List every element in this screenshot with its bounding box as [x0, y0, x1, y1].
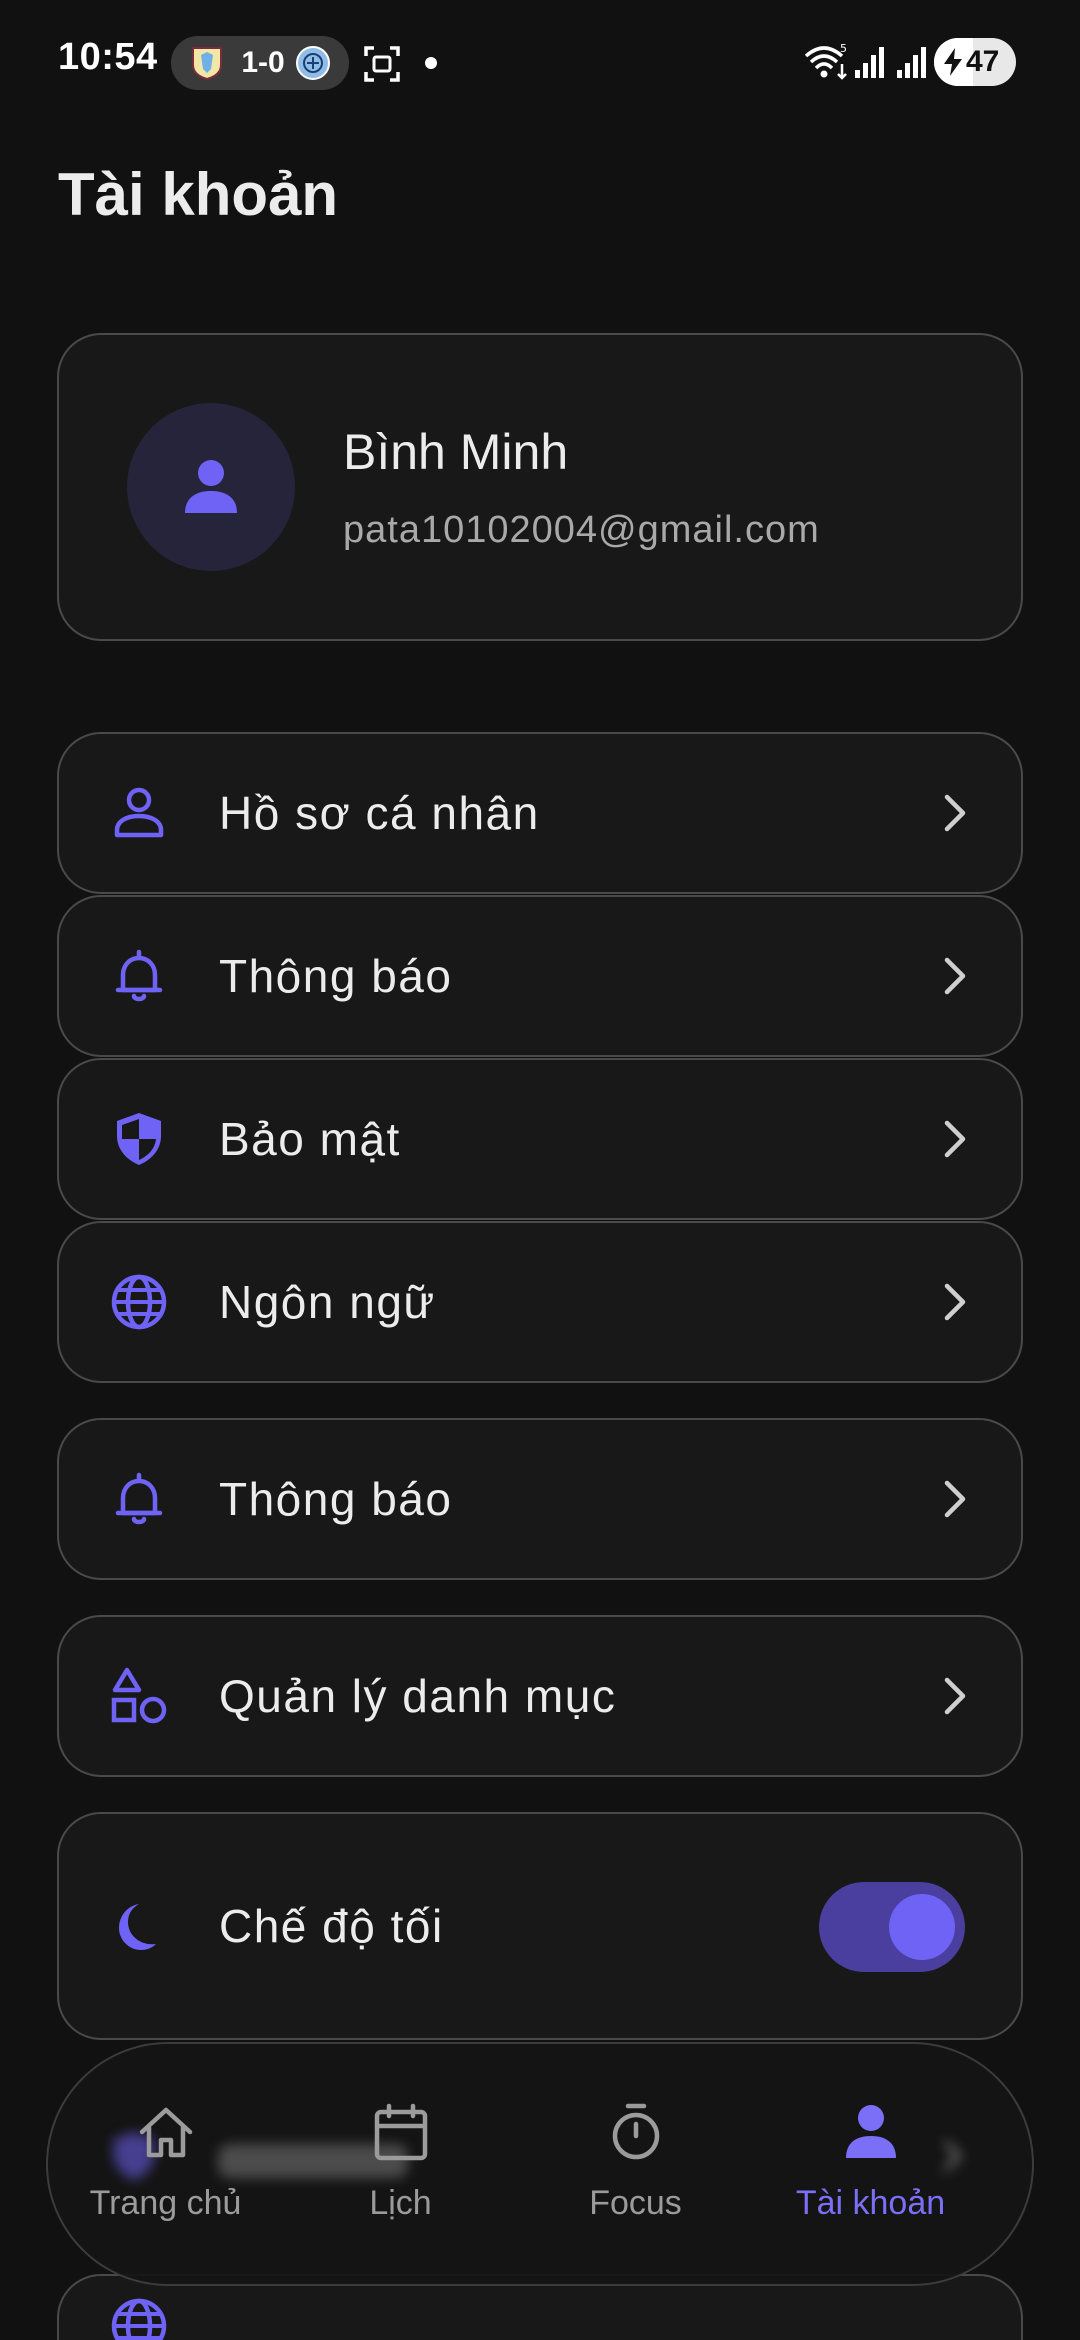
- charging-icon: [944, 48, 962, 76]
- chevron-right-icon: [944, 1480, 966, 1518]
- avatar: [127, 403, 295, 571]
- bell-icon: [115, 1472, 163, 1525]
- menu-item-label: Bảo mật: [219, 1113, 401, 1165]
- profile-name: Bình Minh: [343, 424, 569, 480]
- globe-icon: [111, 1274, 167, 1330]
- home-icon: [139, 2107, 193, 2158]
- shapes-icon: [111, 1667, 167, 1724]
- bell-icon: [115, 949, 163, 1002]
- calendar-icon: [374, 2103, 428, 2161]
- chevron-right-icon: [944, 1677, 966, 1715]
- chevron-right-icon: [944, 957, 966, 995]
- page-title: Tài khoản: [58, 161, 339, 228]
- menu-item-label: Hồ sơ cá nhân: [219, 787, 540, 839]
- menu-item-label: Thông báo: [219, 950, 453, 1002]
- menu-item-security[interactable]: Bảo mật: [57, 1058, 1023, 1220]
- nav-calendar[interactable]: Lịch: [283, 2044, 518, 2284]
- chevron-right-icon: [944, 794, 966, 832]
- timer-icon: [612, 2103, 660, 2160]
- nav-label: Tài khoản: [795, 2184, 946, 2222]
- wifi-icon: 5: [804, 42, 847, 80]
- shield-icon: [117, 1113, 161, 1165]
- user-avatar-icon: [185, 460, 237, 513]
- menu-item-label: Ngôn ngữ: [219, 1276, 436, 1328]
- notification-dot: [425, 57, 437, 69]
- menu-item-dark-mode: Chế độ tối: [57, 1812, 1023, 2040]
- profile-card[interactable]: Bình Minh pata10102004@gmail.com: [57, 333, 1023, 641]
- nav-label: Focus: [589, 2184, 682, 2222]
- menu-item-notifications-2[interactable]: Thông báo: [57, 1418, 1023, 1580]
- nav-focus[interactable]: Focus: [518, 2044, 753, 2284]
- nav-account[interactable]: Tài khoản: [753, 2044, 988, 2284]
- menu-item-label: Quản lý danh mục: [219, 1670, 617, 1722]
- status-bar: 10:54 1-0 5 47: [0, 0, 1080, 126]
- signal-icon-2: [897, 47, 926, 78]
- account-screen: 10:54 1-0 5 47 Tài khoản Bình Minh pata1…: [0, 0, 1080, 2340]
- status-time: 10:54: [58, 36, 158, 78]
- screenshot-icon: [364, 46, 400, 82]
- profile-email: pata10102004@gmail.com: [343, 509, 820, 551]
- globe-icon: [111, 2298, 167, 2340]
- home-team-badge-icon: [192, 47, 222, 81]
- moon-icon: [119, 1904, 156, 1950]
- menu-item-notifications[interactable]: Thông báo: [57, 895, 1023, 1057]
- dark-mode-toggle[interactable]: [819, 1882, 965, 1972]
- away-team-badge-icon: [296, 46, 330, 80]
- menu-item-category-management[interactable]: Quản lý danh mục: [57, 1615, 1023, 1777]
- live-score-pill[interactable]: 1-0: [171, 36, 349, 90]
- match-score: 1-0: [241, 46, 285, 79]
- chevron-right-icon: [944, 1120, 966, 1158]
- toggle-knob: [889, 1894, 955, 1960]
- signal-icon: [855, 47, 884, 78]
- nav-label: Lịch: [369, 2184, 432, 2222]
- svg-text:5: 5: [840, 42, 847, 55]
- person-outline-icon: [114, 787, 164, 838]
- menu-item-personal-profile[interactable]: Hồ sơ cá nhân: [57, 732, 1023, 894]
- battery-percent: 47: [966, 45, 1000, 78]
- menu-item-language[interactable]: Ngôn ngữ: [57, 1221, 1023, 1383]
- chevron-right-icon: [944, 1283, 966, 1321]
- account-icon: [846, 2105, 896, 2158]
- menu-item-label: Chế độ tối: [219, 1900, 444, 1952]
- bottom-navigation: Trang chủ Lịch Focus Tài khoản: [46, 2042, 1034, 2286]
- menu-item-label: Thông báo: [219, 1473, 453, 1525]
- nav-label: Trang chủ: [89, 2184, 242, 2222]
- nav-home[interactable]: Trang chủ: [48, 2044, 283, 2284]
- battery-indicator: 47: [934, 38, 1016, 86]
